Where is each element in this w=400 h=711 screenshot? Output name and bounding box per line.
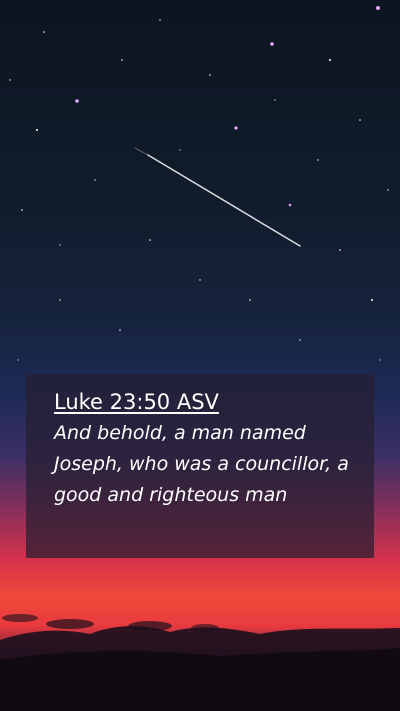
night-sky-background (0, 0, 400, 711)
verse-text: And behold, a man named Joseph, who was … (54, 422, 349, 506)
verse-card: Luke 23:50 ASV And behold, a man named J… (26, 374, 374, 558)
verse-reference[interactable]: Luke 23:50 ASV (54, 388, 358, 416)
